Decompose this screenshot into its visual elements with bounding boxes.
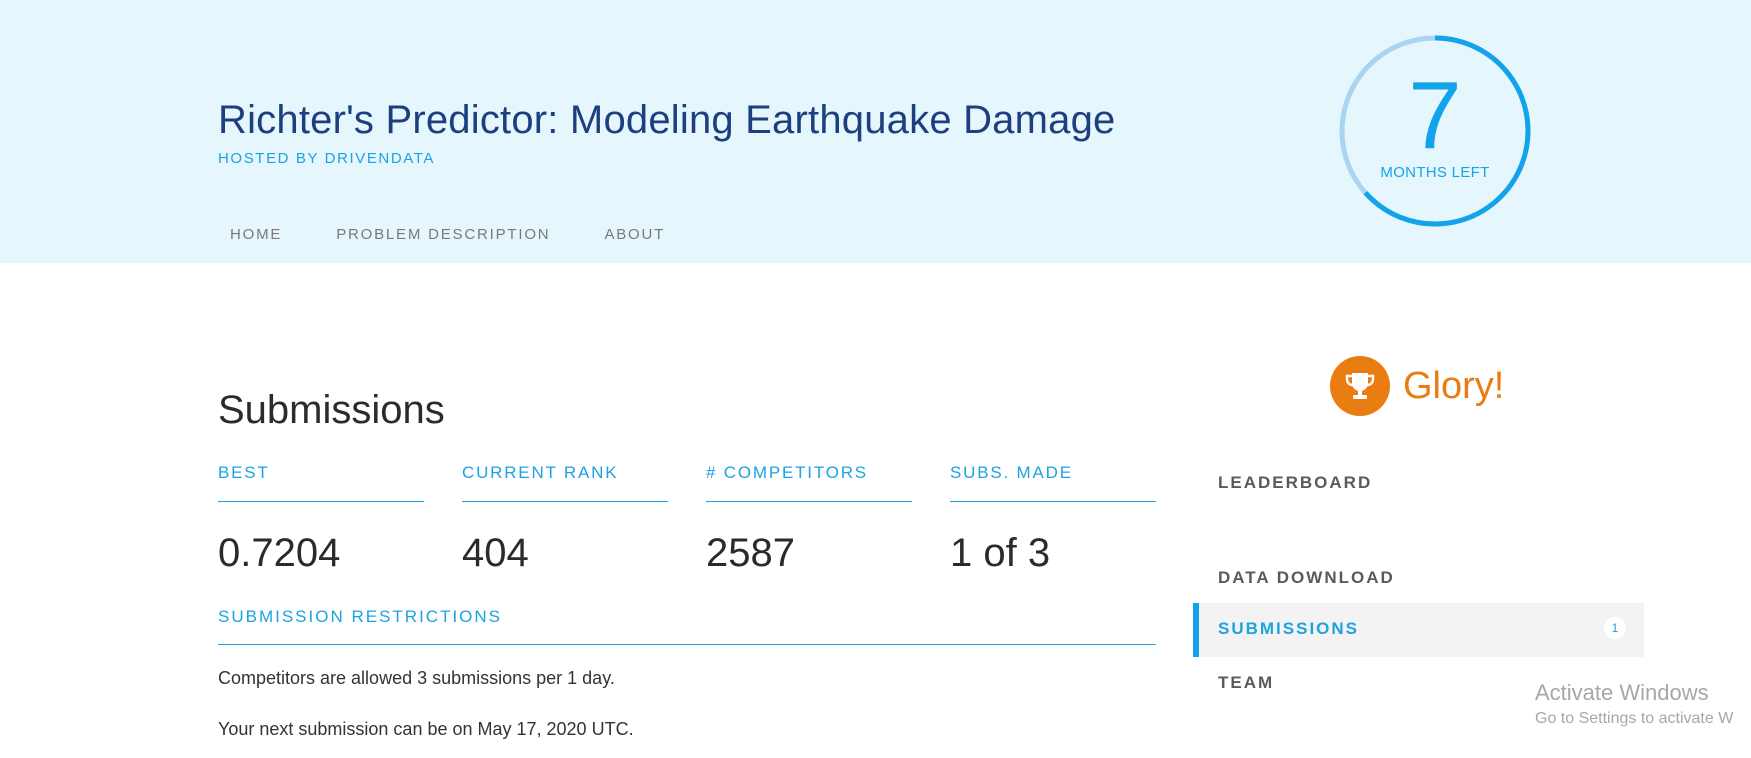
page-title: Submissions (218, 388, 445, 432)
prize-text: Glory! (1403, 364, 1505, 407)
trophy-icon (1330, 356, 1390, 416)
sidebar-item-team[interactable]: TEAM (1218, 673, 1274, 693)
prize-label: Glory! (1330, 356, 1504, 416)
nav-about[interactable]: ABOUT (592, 226, 677, 243)
watermark-subtitle: Go to Settings to activate W (1535, 710, 1734, 727)
submissions-count-badge: 1 (1604, 617, 1626, 639)
hosted-by-label: HOSTED BY DRIVENDATA (218, 150, 436, 167)
nav-home[interactable]: HOME (218, 226, 294, 243)
stat-value: 404 (462, 531, 529, 575)
stat-subs-made: SUBS. MADE 1 of 3 (950, 460, 1156, 576)
stat-label: BEST (218, 460, 424, 502)
competition-nav: HOME PROBLEM DESCRIPTION ABOUT (218, 226, 707, 243)
sidebar-item-label: SUBMISSIONS (1218, 619, 1360, 638)
restriction-text: Competitors are allowed 3 submissions pe… (218, 668, 615, 688)
stat-value: 1 of 3 (950, 531, 1051, 575)
stat-competitors: # COMPETITORS 2587 (706, 460, 912, 576)
stat-current-rank: CURRENT RANK 404 (462, 460, 668, 576)
stat-label: # COMPETITORS (706, 460, 912, 502)
countdown-label: MONTHS LEFT (1380, 164, 1490, 181)
activate-windows-watermark: Activate Windows Go to Settings to activ… (1535, 680, 1733, 728)
competition-title: Richter's Predictor: Modeling Earthquake… (218, 98, 1116, 142)
stat-best: BEST 0.7204 (218, 460, 424, 576)
countdown-value: 7 (1408, 62, 1462, 169)
next-submission-text: Your next submission can be on May 17, 2… (218, 719, 634, 739)
stat-label: SUBS. MADE (950, 460, 1156, 502)
countdown-timer: 7 MONTHS LEFT (1338, 34, 1532, 228)
stat-label: CURRENT RANK (462, 460, 668, 502)
sidebar-item-submissions[interactable]: SUBMISSIONS 1 (1193, 603, 1644, 657)
nav-problem-description[interactable]: PROBLEM DESCRIPTION (324, 226, 562, 243)
competition-header: Richter's Predictor: Modeling Earthquake… (0, 0, 1751, 263)
sidebar-item-leaderboard[interactable]: LEADERBOARD (1218, 473, 1372, 493)
sidebar-item-data-download[interactable]: DATA DOWNLOAD (1218, 568, 1395, 588)
stat-value: 2587 (706, 531, 795, 575)
submission-restrictions-heading: SUBMISSION RESTRICTIONS (218, 605, 1156, 645)
stat-value: 0.7204 (218, 531, 341, 575)
watermark-title: Activate Windows (1535, 680, 1709, 705)
